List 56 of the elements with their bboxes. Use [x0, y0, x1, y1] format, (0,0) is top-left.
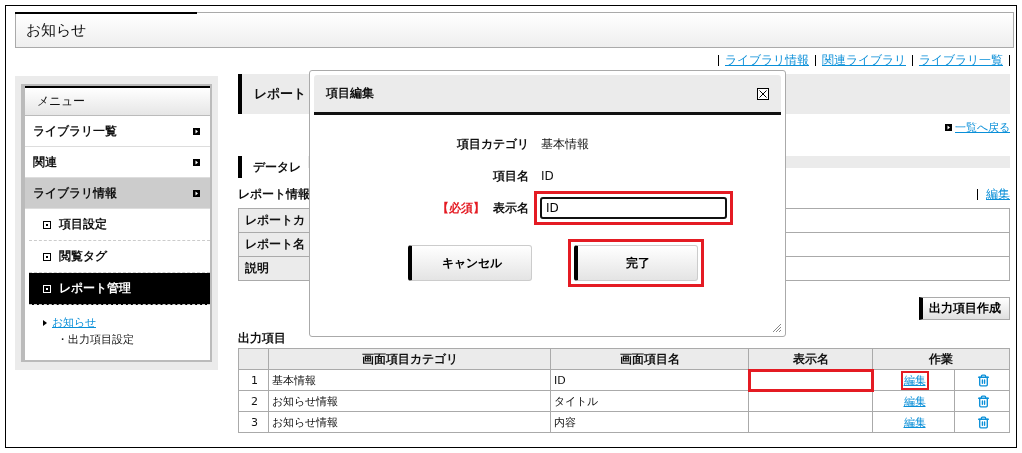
row-number: 1: [238, 369, 269, 391]
submenu-item[interactable]: レポート管理: [29, 273, 210, 305]
trash-icon[interactable]: [976, 394, 990, 408]
table-cell: 基本情報: [268, 369, 551, 391]
resize-grip-icon[interactable]: [772, 323, 782, 333]
column-header: 作業: [872, 348, 1010, 370]
arrow-bullet-icon: [945, 123, 952, 131]
triangle-bullet-icon: [43, 319, 47, 326]
dialog-title: 項目編集: [326, 85, 374, 102]
breadcrumb-current: ・出力項目設定: [56, 332, 135, 347]
table-header-cell: レポートカ: [238, 208, 311, 233]
arrow-bullet-icon: [193, 158, 200, 166]
breadcrumb-link[interactable]: お知らせ: [52, 315, 96, 330]
field-value: ID: [541, 169, 554, 183]
section-heading: レポート: [254, 85, 306, 103]
field-value: 基本情報: [541, 135, 589, 153]
table-label: 出力項目: [238, 330, 287, 344]
top-link[interactable]: 関連ライブラリ: [822, 52, 906, 69]
edit-link[interactable]: 編集: [903, 373, 926, 387]
trash-icon[interactable]: [976, 415, 990, 429]
table-header-cell: レポート名: [238, 232, 311, 257]
arrow-bullet-icon: [193, 189, 200, 197]
table-cell: 内容: [550, 411, 749, 433]
table-cell: タイトル: [550, 390, 749, 412]
menu-title: メニュー: [37, 93, 85, 110]
create-button[interactable]: 出力項目作成: [919, 297, 1010, 320]
edit-link[interactable]: 編集: [903, 394, 926, 408]
edit-link[interactable]: 編集: [903, 415, 926, 429]
table-header-cell: 説明: [238, 256, 311, 281]
back-link[interactable]: 一覧へ戻る: [955, 119, 1010, 135]
field-label: 項目カテゴリ: [457, 135, 529, 153]
table-cell: お知らせ情報: [268, 390, 551, 412]
arrow-bullet-icon: [193, 127, 200, 135]
row-number: 2: [238, 390, 269, 412]
close-icon[interactable]: [757, 87, 769, 100]
required-mark: 【必須】: [437, 199, 485, 217]
menu-item[interactable]: ライブラリ情報: [25, 178, 210, 209]
field-label: 項目名: [493, 167, 529, 185]
row-number: 3: [238, 411, 269, 433]
display-name-field[interactable]: ID: [540, 197, 727, 219]
field-label: 表示名: [493, 199, 529, 217]
column-header: 表示名: [748, 348, 873, 370]
dialog-button[interactable]: 完了: [574, 245, 698, 281]
edit-link[interactable]: 編集: [986, 185, 1010, 203]
top-link[interactable]: ライブラリ情報: [725, 52, 809, 69]
table-cell: お知らせ情報: [268, 411, 551, 433]
square-bullet-icon: [43, 220, 51, 229]
info-label: レポート情報: [238, 185, 310, 203]
square-bullet-icon: [43, 284, 51, 293]
top-link[interactable]: ライブラリ一覧: [919, 52, 1003, 69]
column-header: 画面項目名: [550, 348, 749, 370]
trash-icon[interactable]: [976, 373, 990, 387]
dialog-button[interactable]: キャンセル: [408, 245, 532, 281]
square-bullet-icon: [43, 252, 51, 261]
page-title: お知らせ: [26, 20, 86, 40]
column-header: 画面項目カテゴリ: [268, 348, 551, 370]
